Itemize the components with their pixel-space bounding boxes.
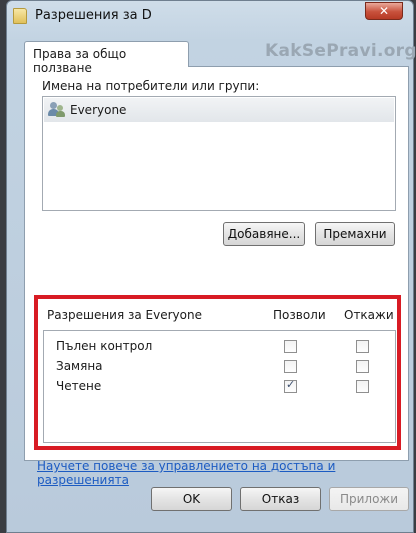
tab-panel: Имена на потребители или групи: Everyone… <box>24 66 409 461</box>
permission-row-full-control: Пълен контрол <box>56 338 386 356</box>
users-list[interactable]: Everyone <box>42 96 396 211</box>
permission-name: Четене <box>56 379 102 393</box>
deny-column-header: Откажи <box>344 308 394 322</box>
ok-button[interactable]: OK <box>151 487 232 511</box>
help-link[interactable]: Научете повече за управлението на достъп… <box>37 459 413 487</box>
window-title: Разрешения за D <box>35 8 152 23</box>
user-name: Everyone <box>70 103 127 117</box>
add-button[interactable]: Добавяне... <box>223 222 305 246</box>
title-bar: Разрешения за D ✕ <box>7 1 413 31</box>
permission-name: Замяна <box>56 359 103 373</box>
watermark: KakSePravi.org <box>265 41 416 61</box>
permission-row-read: Четене <box>56 378 386 396</box>
tab-share-permissions[interactable]: Права за общо ползване <box>24 41 189 75</box>
list-item[interactable]: Everyone <box>44 98 394 122</box>
allow-checkbox-read[interactable] <box>284 378 297 393</box>
allow-checkbox-change[interactable] <box>284 360 297 373</box>
permission-name: Пълен контрол <box>56 339 153 353</box>
permissions-list: Пълен контрол Замяна Четене <box>43 330 396 443</box>
deny-checkbox-read[interactable] <box>356 380 369 393</box>
apply-button[interactable]: Приложи <box>329 487 409 511</box>
permission-row-change: Замяна <box>56 358 386 376</box>
allow-checkbox-full-control[interactable] <box>284 340 297 353</box>
remove-button[interactable]: Премахни <box>315 222 395 246</box>
users-label: Имена на потребители или групи: <box>42 79 260 93</box>
deny-checkbox-change[interactable] <box>356 360 369 373</box>
folder-icon <box>13 8 27 24</box>
cancel-button[interactable]: Отказ <box>240 487 321 511</box>
permissions-label: Разрешения за Everyone <box>47 308 202 322</box>
permissions-dialog: Разрешения за D ✕ KakSePravi.org Права з… <box>6 0 416 533</box>
close-button[interactable]: ✕ <box>365 2 403 20</box>
deny-checkbox-full-control[interactable] <box>356 340 369 353</box>
allow-column-header: Позволи <box>273 308 326 322</box>
users-group-icon <box>48 102 66 118</box>
permissions-section: Разрешения за Everyone Позволи Откажи Пъ… <box>34 295 401 450</box>
